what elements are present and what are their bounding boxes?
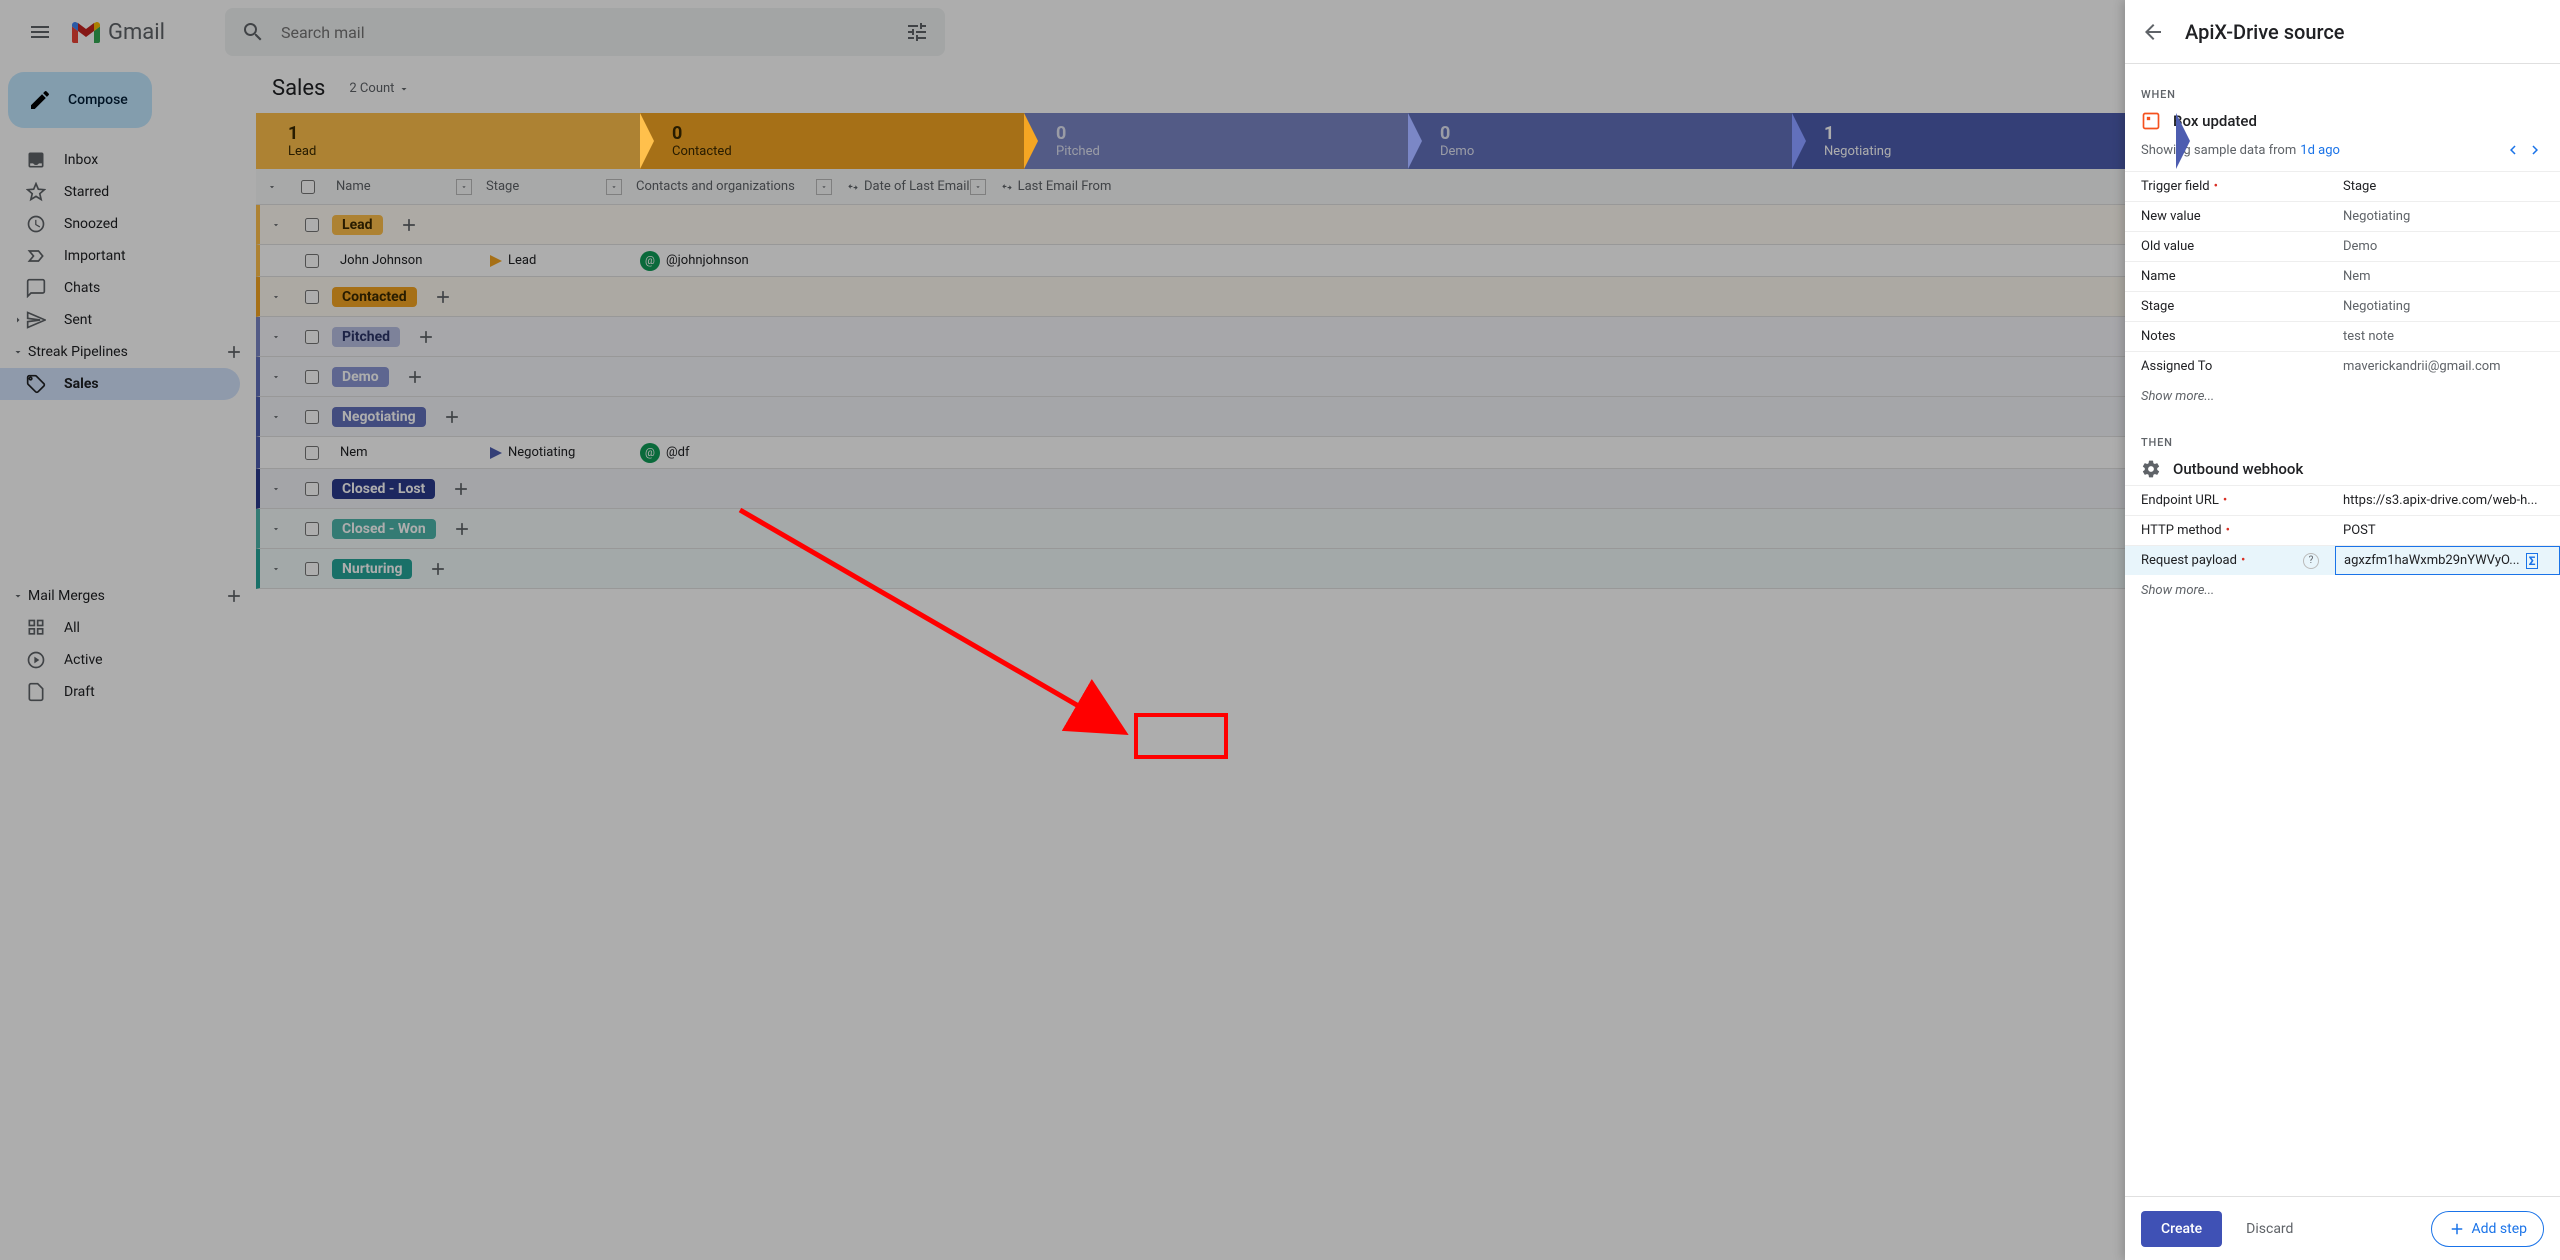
prev-sample-icon[interactable] xyxy=(2504,141,2522,159)
field-row[interactable]: Notes test note xyxy=(2125,321,2560,351)
field-row[interactable]: Request payload •? agxzfm1haWxmb29nYWVyO… xyxy=(2125,545,2560,575)
field-row[interactable]: Name Nem xyxy=(2125,261,2560,291)
side-panel: ApiX-Drive source WHEN Box updated Showi… xyxy=(2125,0,2560,1260)
add-step-button[interactable]: Add step xyxy=(2431,1211,2545,1247)
show-more-when[interactable]: Show more... xyxy=(2125,381,2560,412)
discard-button[interactable]: Discard xyxy=(2246,1221,2293,1237)
panel-header: ApiX-Drive source xyxy=(2125,0,2560,64)
action-row[interactable]: Outbound webhook xyxy=(2125,453,2560,485)
field-row[interactable]: Assigned To maverickandrii@gmail.com xyxy=(2125,351,2560,381)
sample-time-link[interactable]: 1d ago xyxy=(2300,143,2340,158)
show-more-then[interactable]: Show more... xyxy=(2125,575,2560,606)
next-sample-icon[interactable] xyxy=(2526,141,2544,159)
field-row[interactable]: New value Negotiating xyxy=(2125,201,2560,231)
create-button[interactable]: Create xyxy=(2141,1211,2222,1247)
back-icon[interactable] xyxy=(2141,20,2165,44)
panel-footer: Create Discard Add step xyxy=(2125,1196,2560,1260)
field-row[interactable]: Stage Negotiating xyxy=(2125,291,2560,321)
field-row[interactable]: Old value Demo xyxy=(2125,231,2560,261)
field-row[interactable]: Endpoint URL • https://s3.apix-drive.com… xyxy=(2125,485,2560,515)
when-label: WHEN xyxy=(2125,80,2560,105)
then-label: THEN xyxy=(2125,428,2560,453)
field-row[interactable]: Trigger field • Stage xyxy=(2125,171,2560,201)
panel-title: ApiX-Drive source xyxy=(2185,20,2345,44)
sample-info: Showing sample data from1d ago xyxy=(2125,137,2560,171)
trigger-row[interactable]: Box updated xyxy=(2125,105,2560,137)
field-row[interactable]: HTTP method • POST xyxy=(2125,515,2560,545)
